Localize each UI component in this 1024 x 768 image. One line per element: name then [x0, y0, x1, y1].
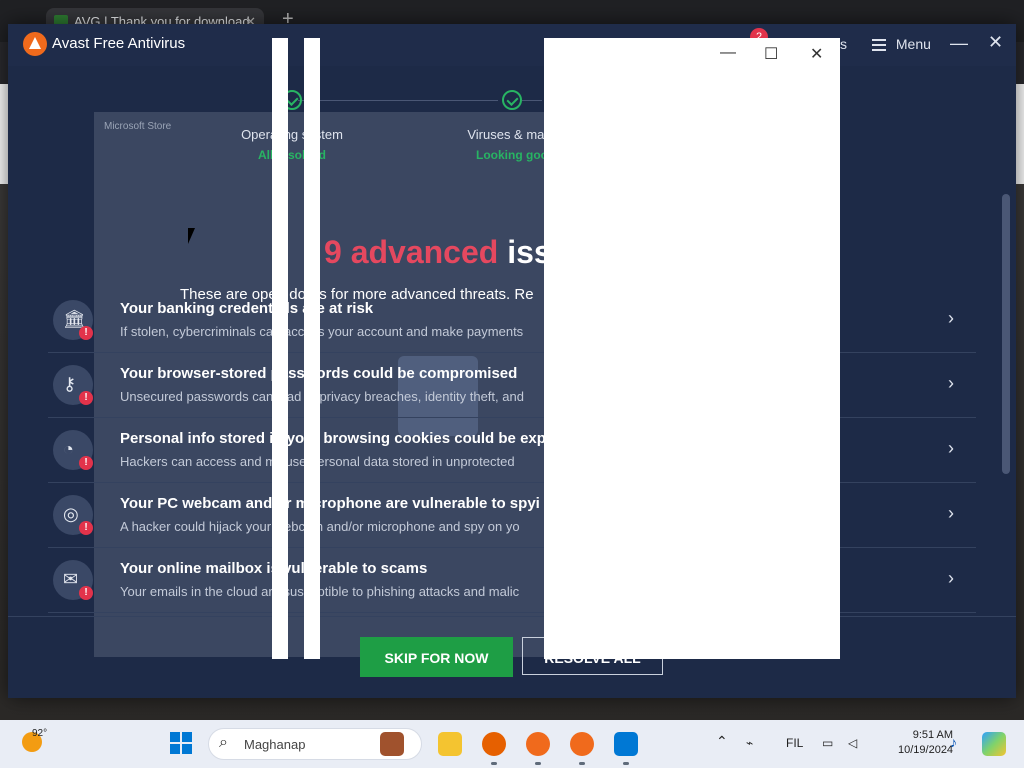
- close-button[interactable]: ✕: [988, 32, 1003, 53]
- store-ghost-title: Microsoft Store: [104, 121, 172, 132]
- microsoft-store-icon[interactable]: [614, 732, 638, 756]
- step-label: Operating system: [241, 127, 343, 142]
- white-overlay-strip: [272, 38, 288, 659]
- time: 9:51 AM: [912, 729, 954, 741]
- partial-nav-label[interactable]: s: [840, 36, 847, 52]
- app-title: Avast Free Antivirus: [52, 35, 186, 52]
- warning-icon: !: [79, 391, 93, 405]
- scrollbar[interactable]: [1002, 194, 1010, 474]
- chevron-right-icon: ›: [948, 503, 954, 523]
- overlay-minimize-button[interactable]: —: [720, 44, 736, 62]
- menu-button[interactable]: Menu: [872, 36, 931, 54]
- app-running-indicator: [623, 762, 629, 765]
- app-running-indicator: [491, 762, 497, 765]
- volume-icon[interactable]: ◁: [848, 736, 857, 750]
- display-icon[interactable]: ▭: [822, 736, 833, 750]
- minimize-button[interactable]: —: [950, 33, 968, 54]
- avast-taskbar-icon-2[interactable]: [570, 732, 594, 756]
- warning-icon: !: [79, 456, 93, 470]
- blank-overlay-window: — ☐ ✕: [544, 38, 840, 659]
- mouse-cursor: [188, 228, 195, 244]
- mail-icon: ✉ !: [53, 560, 93, 600]
- start-button[interactable]: [170, 732, 192, 754]
- file-explorer-icon[interactable]: [438, 732, 462, 756]
- app-running-indicator: [535, 762, 541, 765]
- avast-window: Avast Free Antivirus 2 s Menu — ✕ Micros…: [8, 24, 1016, 698]
- footer-divider: [8, 616, 1016, 617]
- issue-description: Unsecured passwords can lead to privacy …: [120, 389, 524, 404]
- warning-icon: !: [79, 326, 93, 340]
- bank-icon: 🏛 !: [53, 300, 93, 340]
- white-overlay-strip: [304, 38, 320, 659]
- key-icon: ⚷ !: [53, 365, 93, 405]
- warning-icon: !: [79, 586, 93, 600]
- checkmark-icon: [502, 90, 522, 110]
- search-highlight-icon: [380, 732, 404, 756]
- hamburger-icon: [872, 36, 886, 54]
- step-operating-system: Operating system All resolved: [192, 90, 392, 162]
- firefox-icon[interactable]: [482, 732, 506, 756]
- avast-content: Microsoft Store Operating system All res…: [8, 66, 1016, 698]
- notification-bell-icon[interactable]: ♪: [950, 734, 957, 750]
- temperature: 92°: [32, 728, 48, 739]
- search-placeholder: Maghanap: [244, 737, 306, 752]
- issue-count: 9 advanced: [324, 234, 499, 270]
- skip-for-now-button[interactable]: SKIP FOR NOW: [360, 637, 513, 677]
- date: 10/19/2024: [898, 744, 954, 756]
- chevron-right-icon: ›: [948, 438, 954, 458]
- overlay-maximize-button[interactable]: ☐: [764, 44, 778, 64]
- chevron-right-icon: ›: [948, 308, 954, 328]
- avast-title-bar: Avast Free Antivirus 2 s Menu — ✕: [8, 24, 1016, 66]
- issue-description: If stolen, cybercriminals can access you…: [120, 324, 524, 339]
- chevron-up-icon[interactable]: ⌃: [716, 733, 728, 750]
- overlay-close-button[interactable]: ✕: [810, 44, 823, 64]
- taskbar: 92° ⌕ Maghanap ⌃ ⌁ FIL ▭ ◁ 9:51 AM 10/19…: [0, 720, 1024, 768]
- step-status: All resolved: [257, 148, 327, 162]
- menu-label: Menu: [895, 36, 931, 52]
- avast-taskbar-icon[interactable]: [526, 732, 550, 756]
- avast-logo-icon: [23, 32, 47, 56]
- clock[interactable]: 9:51 AM 10/19/2024: [898, 728, 953, 758]
- cookie-icon: ◔ !: [53, 430, 93, 470]
- page-title: 9 advanced iss: [324, 234, 552, 271]
- search-icon: ⌕: [219, 734, 228, 751]
- copilot-icon[interactable]: [982, 732, 1006, 756]
- language-indicator[interactable]: FIL: [786, 736, 803, 750]
- chevron-right-icon: ›: [948, 568, 954, 588]
- chevron-right-icon: ›: [948, 373, 954, 393]
- webcam-icon: ◎ !: [53, 495, 93, 535]
- issue-title: Your banking credentials are at risk: [120, 300, 374, 317]
- issue-title: Personal info stored in your browsing co…: [120, 430, 546, 447]
- issue-title: Your PC webcam and/or microphone are vul…: [120, 495, 540, 512]
- app-running-indicator: [579, 762, 585, 765]
- warning-icon: !: [79, 521, 93, 535]
- network-icon[interactable]: ⌁: [746, 736, 753, 750]
